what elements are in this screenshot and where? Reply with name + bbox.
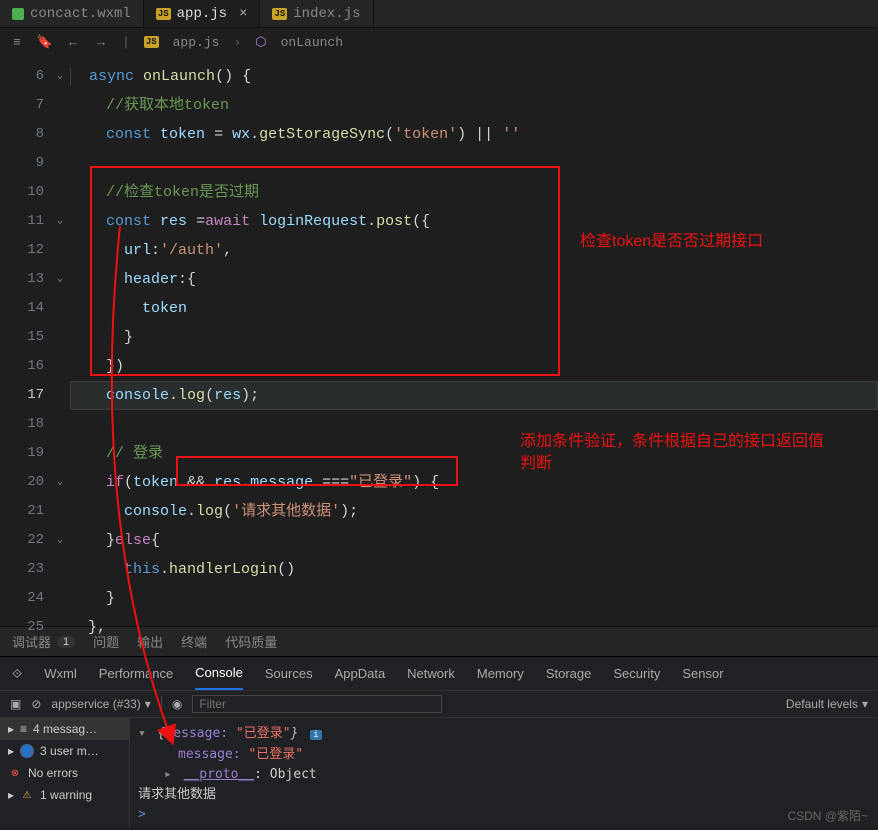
devtab-network[interactable]: Network bbox=[407, 666, 455, 681]
breadcrumb-file[interactable]: app.js bbox=[173, 35, 220, 50]
devtab-sensor[interactable]: Sensor bbox=[682, 666, 723, 681]
annotation-box-1 bbox=[90, 166, 560, 376]
filter-input[interactable] bbox=[192, 695, 442, 713]
nav-back-icon[interactable]: ← bbox=[66, 35, 80, 49]
clear-console-icon[interactable]: ⊘ bbox=[31, 697, 41, 711]
js-icon: JS bbox=[144, 36, 159, 48]
annotation-text-1: 检查token是否否过期接口 bbox=[580, 231, 763, 253]
expand-icon[interactable]: ▾ bbox=[138, 726, 146, 741]
code-editor[interactable]: 6 7 8 9 10 11 12 13 14 15 16 17 18 19 20… bbox=[0, 56, 878, 626]
levels-selector[interactable]: Default levels ▾ bbox=[786, 697, 868, 711]
menu-icon[interactable]: ≡ bbox=[10, 35, 24, 49]
wxml-icon bbox=[12, 8, 24, 20]
console-row: message: "已登录" bbox=[138, 745, 870, 765]
close-icon[interactable]: × bbox=[239, 6, 247, 22]
sidebar-toggle-icon[interactable]: ▣ bbox=[10, 697, 21, 711]
fold-icon[interactable]: ⌄ bbox=[50, 207, 70, 236]
console-toolbar: ▣ ⊘ appservice (#33) ▾ ◉ Default levels … bbox=[0, 690, 878, 718]
tab-label: app.js bbox=[177, 6, 227, 22]
message-sidebar: ▸ ≡ 4 messag… ▸ 👤 3 user m… ⊗ No errors … bbox=[0, 718, 130, 828]
tab-index-js[interactable]: JS index.js bbox=[260, 0, 373, 27]
sidebar-item-warnings[interactable]: ▸ ⚠ 1 warning bbox=[0, 784, 129, 806]
devtab-security[interactable]: Security bbox=[613, 666, 660, 681]
console-row: 请求其他数据 bbox=[138, 785, 870, 805]
fold-gutter: ⌄ ⌄ ⌄ ⌄ ⌄ bbox=[50, 56, 70, 626]
list-icon: ≡ bbox=[20, 722, 27, 736]
nav-forward-icon[interactable]: → bbox=[94, 35, 108, 49]
console-body: ▸ ≡ 4 messag… ▸ 👤 3 user m… ⊗ No errors … bbox=[0, 718, 878, 828]
chevron-down-icon: ▾ bbox=[145, 697, 151, 711]
devtab-console[interactable]: Console bbox=[195, 657, 243, 690]
editor-toolbar: ≡ 🔖 ← → | JS app.js › ⬡ onLaunch bbox=[0, 28, 878, 56]
tab-concact-wxml[interactable]: concact.wxml bbox=[0, 0, 144, 27]
chevron-right-icon: › bbox=[233, 35, 241, 50]
devtools-tabs: ⟐ Wxml Performance Console Sources AppDa… bbox=[0, 656, 878, 690]
devtab-storage[interactable]: Storage bbox=[546, 666, 592, 681]
annotation-text-2: 添加条件验证，条件根据自己的接口返回值判断 bbox=[520, 431, 830, 476]
chevron-right-icon: ▸ bbox=[8, 744, 14, 758]
sidebar-item-errors[interactable]: ⊗ No errors bbox=[0, 762, 129, 784]
fold-icon[interactable]: ⌄ bbox=[50, 265, 70, 294]
breadcrumb-symbol[interactable]: onLaunch bbox=[281, 35, 343, 50]
devtab-wxml[interactable]: Wxml bbox=[44, 666, 77, 681]
tab-label: concact.wxml bbox=[30, 6, 131, 22]
error-icon: ⊗ bbox=[8, 766, 22, 780]
console-prompt[interactable]: > bbox=[138, 805, 870, 825]
fold-icon[interactable]: ⌄ bbox=[50, 468, 70, 497]
watermark: CSDN @紫陌~ bbox=[787, 807, 868, 824]
bookmark-icon[interactable]: 🔖 bbox=[38, 35, 52, 49]
expand-icon[interactable]: ▸ bbox=[164, 767, 172, 782]
chevron-right-icon: ▸ bbox=[8, 722, 14, 736]
devtab-performance[interactable]: Performance bbox=[99, 666, 173, 681]
tab-label: index.js bbox=[293, 6, 360, 22]
fold-icon[interactable]: ⌄ bbox=[50, 526, 70, 555]
inspect-icon[interactable]: ⟐ bbox=[12, 666, 22, 682]
devtab-appdata[interactable]: AppData bbox=[335, 666, 386, 681]
fold-icon[interactable]: ⌄ bbox=[50, 62, 70, 91]
line-gutter: 6 7 8 9 10 11 12 13 14 15 16 17 18 19 20… bbox=[0, 56, 50, 626]
devtab-sources[interactable]: Sources bbox=[265, 666, 313, 681]
tab-app-js[interactable]: JS app.js × bbox=[144, 0, 261, 27]
console-row[interactable]: ▸ __proto__: Object bbox=[138, 765, 870, 785]
devtab-memory[interactable]: Memory bbox=[477, 666, 524, 681]
info-icon[interactable]: i bbox=[310, 730, 321, 740]
console-output[interactable]: ▾ {message: "已登录"} i message: "已登录" ▸ __… bbox=[130, 718, 878, 828]
user-icon: 👤 bbox=[20, 744, 34, 758]
eye-icon[interactable]: ◉ bbox=[172, 697, 182, 711]
js-icon: JS bbox=[272, 8, 287, 20]
chevron-right-icon: > bbox=[138, 807, 146, 822]
js-icon: JS bbox=[156, 8, 171, 20]
sidebar-item-user[interactable]: ▸ 👤 3 user m… bbox=[0, 740, 129, 762]
chevron-right-icon: ▸ bbox=[8, 788, 14, 802]
method-icon: ⬡ bbox=[255, 35, 266, 50]
annotation-box-2 bbox=[176, 456, 458, 486]
chevron-down-icon: ▾ bbox=[862, 697, 868, 711]
warning-icon: ⚠ bbox=[20, 788, 34, 802]
console-row[interactable]: ▾ {message: "已登录"} i bbox=[138, 724, 870, 745]
context-selector[interactable]: appservice (#33) ▾ bbox=[51, 697, 150, 711]
sidebar-header[interactable]: ▸ ≡ 4 messag… bbox=[0, 718, 129, 740]
editor-tabs: concact.wxml JS app.js × JS index.js bbox=[0, 0, 878, 28]
